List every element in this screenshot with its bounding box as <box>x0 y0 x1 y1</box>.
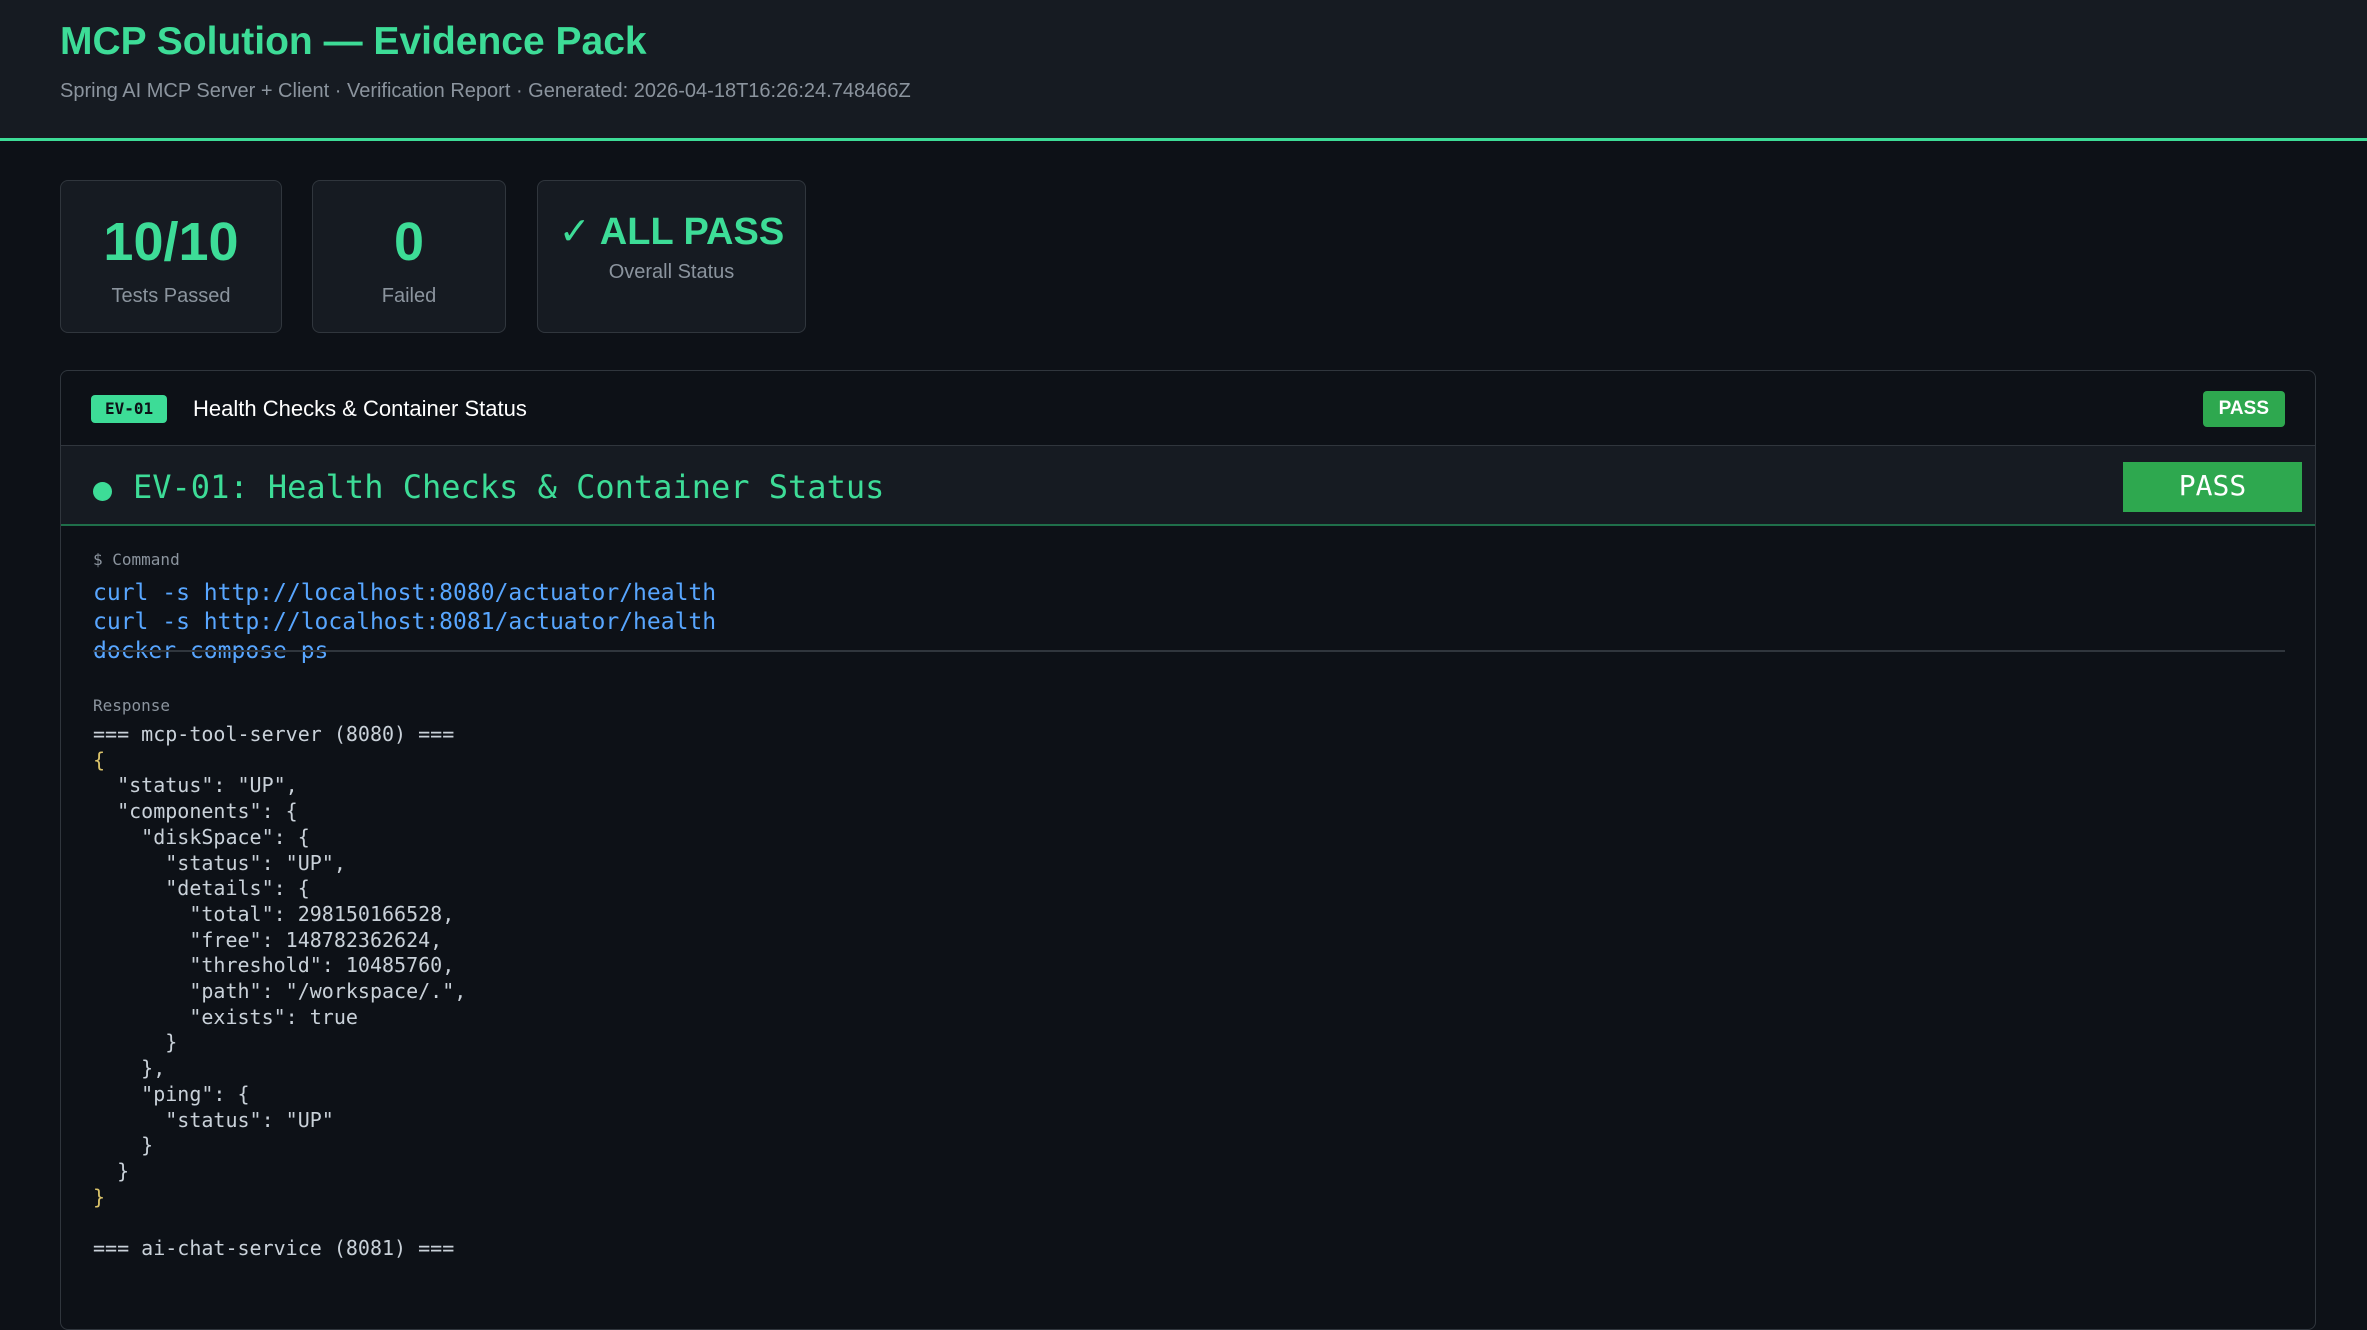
response-line: "threshold": 10485760, <box>93 953 455 978</box>
response-label: Response <box>93 696 171 715</box>
overall-status-value: ✓ ALL PASS <box>558 211 785 253</box>
response-line: "status": "UP" <box>93 1107 334 1132</box>
page-subtitle: Spring AI MCP Server + Client · Verifica… <box>60 80 911 102</box>
response-line: === ai-chat-service (8081) === <box>93 1236 455 1260</box>
failed-value: 0 <box>393 212 425 272</box>
response-line: "status": "UP", <box>93 850 346 875</box>
stat-card-overall-status: ✓ ALL PASS Overall Status <box>537 180 806 333</box>
status-dot-icon <box>93 482 112 501</box>
evidence-section-ev-01: EV-01 Health Checks & Container Status P… <box>60 370 2316 1330</box>
response-line: } <box>93 1030 178 1055</box>
page-title: MCP Solution — Evidence Pack <box>60 20 647 63</box>
response-line: "details": { <box>93 876 310 901</box>
response-line: "total": 298150166528, <box>93 901 455 926</box>
tests-passed-value: 10/10 <box>103 212 239 272</box>
response-line: } <box>93 1158 130 1183</box>
response-line: }, <box>93 1056 166 1081</box>
evidence-section-toggle[interactable]: EV-01 Health Checks & Container Status P… <box>61 371 2315 446</box>
command-label: $ Command <box>93 550 180 569</box>
evidence-detail-header: EV-01: Health Checks & Container Status … <box>61 446 2315 526</box>
overall-status-label: Overall Status <box>608 261 735 283</box>
response-line: "status": "UP", <box>93 773 298 798</box>
response-line: "components": { <box>93 799 298 824</box>
status-badge: PASS <box>2202 391 2285 427</box>
stat-card-failed: 0 Failed <box>312 180 506 333</box>
tests-passed-label: Tests Passed <box>111 285 231 307</box>
section-divider <box>93 650 2285 652</box>
response-line: "diskSpace": { <box>93 824 310 849</box>
detail-status-badge: PASS <box>2123 462 2302 512</box>
response-line: "path": "/workspace/.", <box>93 979 467 1003</box>
evidence-id-badge: EV-01 <box>91 395 168 423</box>
response-line: === mcp-tool-server (8080) === <box>93 722 455 746</box>
response-line: { <box>93 747 106 772</box>
report-header: MCP Solution — Evidence Pack Spring AI M… <box>0 0 2367 141</box>
stat-card-tests-passed: 10/10 Tests Passed <box>60 180 282 333</box>
response-line: } <box>93 1133 154 1158</box>
command-line: curl -s http://localhost:8080/actuator/h… <box>93 580 717 606</box>
response-line: "ping": { <box>93 1081 250 1106</box>
failed-label: Failed <box>381 285 437 307</box>
response-line: } <box>93 1184 106 1209</box>
command-line: curl -s http://localhost:8081/actuator/h… <box>93 609 717 635</box>
evidence-section-title: Health Checks & Container Status <box>193 396 527 421</box>
evidence-detail-title: EV-01: Health Checks & Container Status <box>133 468 885 506</box>
response-line: "free": 148782362624, <box>93 927 443 952</box>
response-line: "exists": true <box>93 1004 358 1029</box>
